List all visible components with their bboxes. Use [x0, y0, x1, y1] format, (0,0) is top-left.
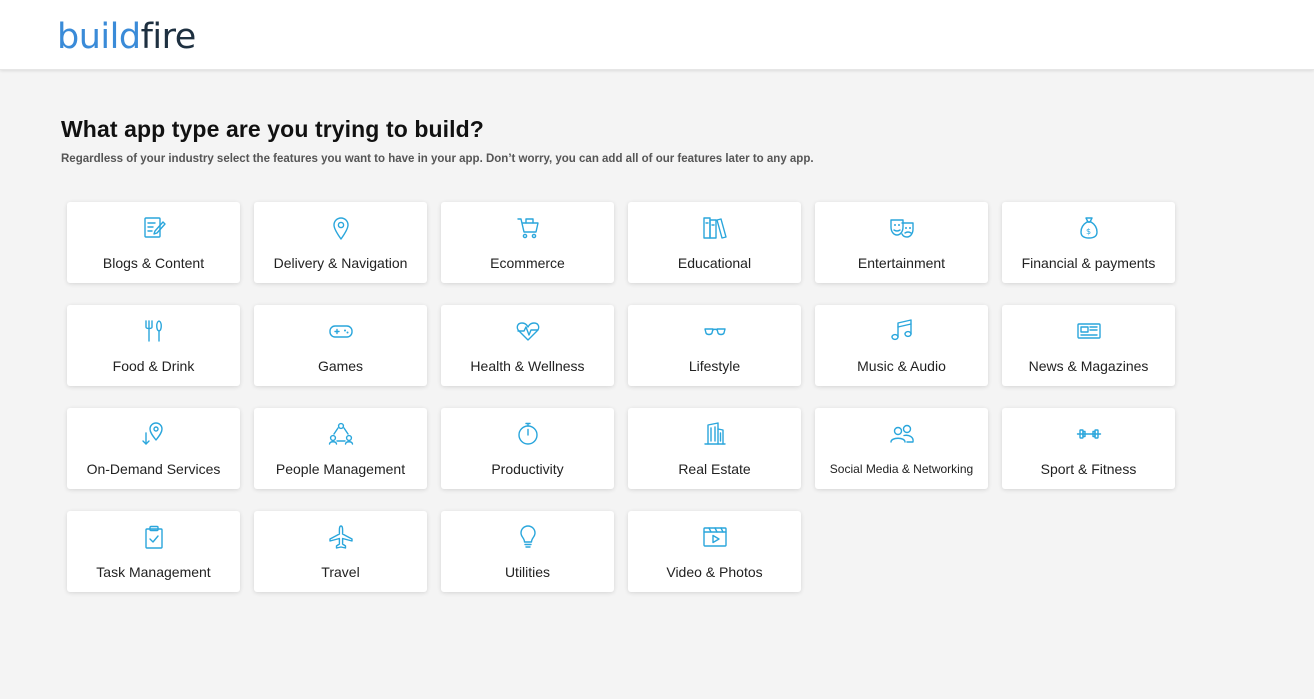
- category-card-task-management[interactable]: Task Management: [67, 511, 240, 592]
- lightbulb-icon: [514, 523, 542, 551]
- people-network-icon: [327, 420, 355, 448]
- category-label: Utilities: [504, 564, 551, 580]
- category-card-lifestyle[interactable]: Lifestyle: [628, 305, 801, 386]
- category-card-travel[interactable]: Travel: [254, 511, 427, 592]
- clipboard-check-icon: [140, 523, 168, 551]
- stopwatch-icon: [514, 420, 542, 448]
- category-card-health-wellness[interactable]: Health & Wellness: [441, 305, 614, 386]
- svg-text:$: $: [1086, 227, 1091, 236]
- heartbeat-icon: [514, 317, 542, 345]
- category-label: Music & Audio: [857, 358, 946, 374]
- category-label: Video & Photos: [666, 564, 763, 580]
- dumbbell-icon: [1075, 420, 1103, 448]
- category-card-people-management[interactable]: People Management: [254, 408, 427, 489]
- category-card-music-audio[interactable]: Music & Audio: [815, 305, 988, 386]
- category-card-blogs-content[interactable]: Blogs & Content: [67, 202, 240, 283]
- logo-fire-text: fire: [140, 17, 197, 57]
- category-label: Lifestyle: [688, 358, 741, 374]
- category-label: Financial & payments: [1021, 255, 1156, 271]
- category-label: Delivery & Navigation: [273, 255, 408, 271]
- shopping-cart-icon: [514, 214, 542, 242]
- category-label: On-Demand Services: [86, 461, 221, 477]
- music-note-icon: [888, 317, 916, 345]
- category-card-video-photos[interactable]: Video & Photos: [628, 511, 801, 592]
- sunglasses-icon: [701, 317, 729, 345]
- category-label: Real Estate: [678, 461, 751, 477]
- category-label: Educational: [677, 255, 752, 271]
- map-pin-icon: [327, 214, 355, 242]
- category-card-educational[interactable]: Educational: [628, 202, 801, 283]
- category-label: Food & Drink: [112, 358, 195, 374]
- category-label: Games: [317, 358, 364, 374]
- page-subtitle: Regardless of your industry select the f…: [61, 153, 814, 165]
- category-label: Productivity: [491, 461, 564, 477]
- blog-icon: [140, 214, 168, 242]
- top-header: buildfire: [0, 0, 1314, 70]
- category-card-games[interactable]: Games: [254, 305, 427, 386]
- books-icon: [701, 214, 729, 242]
- category-card-ecommerce[interactable]: Ecommerce: [441, 202, 614, 283]
- category-label: People Management: [275, 461, 406, 477]
- category-label: Blogs & Content: [102, 255, 205, 271]
- category-card-delivery-navigation[interactable]: Delivery & Navigation: [254, 202, 427, 283]
- buildfire-logo[interactable]: buildfire: [57, 14, 196, 60]
- category-card-financial-payments[interactable]: $ Financial & payments: [1002, 202, 1175, 283]
- category-card-on-demand-services[interactable]: On-Demand Services: [67, 408, 240, 489]
- category-card-productivity[interactable]: Productivity: [441, 408, 614, 489]
- users-icon: [888, 420, 916, 448]
- logo-build-text: build: [57, 17, 141, 57]
- category-label: Task Management: [96, 564, 211, 580]
- location-arrow-icon: [140, 420, 168, 448]
- category-card-sport-fitness[interactable]: Sport & Fitness: [1002, 408, 1175, 489]
- category-card-utilities[interactable]: Utilities: [441, 511, 614, 592]
- category-card-news-magazines[interactable]: News & Magazines: [1002, 305, 1175, 386]
- category-card-food-drink[interactable]: Food & Drink: [67, 305, 240, 386]
- fork-knife-icon: [140, 317, 168, 345]
- page-title: What app type are you trying to build?: [61, 116, 484, 142]
- airplane-icon: [327, 523, 355, 551]
- category-label: Sport & Fitness: [1040, 461, 1137, 477]
- category-label: Health & Wellness: [470, 358, 585, 374]
- category-card-social-media-networking[interactable]: Social Media & Networking: [815, 408, 988, 489]
- category-label: Travel: [321, 564, 360, 580]
- building-icon: [701, 420, 729, 448]
- category-card-real-estate[interactable]: Real Estate: [628, 408, 801, 489]
- gamepad-icon: [327, 317, 355, 345]
- money-bag-icon: $: [1075, 214, 1103, 242]
- video-icon: [701, 523, 729, 551]
- theater-masks-icon: [888, 214, 916, 242]
- category-card-entertainment[interactable]: Entertainment: [815, 202, 988, 283]
- newspaper-icon: [1075, 317, 1103, 345]
- app-type-grid: Blogs & Content Delivery & Navigation Ec…: [67, 202, 1175, 592]
- category-label: Entertainment: [857, 255, 946, 271]
- category-label: Ecommerce: [490, 255, 565, 271]
- category-label: Social Media & Networking: [829, 462, 974, 476]
- category-label: News & Magazines: [1028, 358, 1149, 374]
